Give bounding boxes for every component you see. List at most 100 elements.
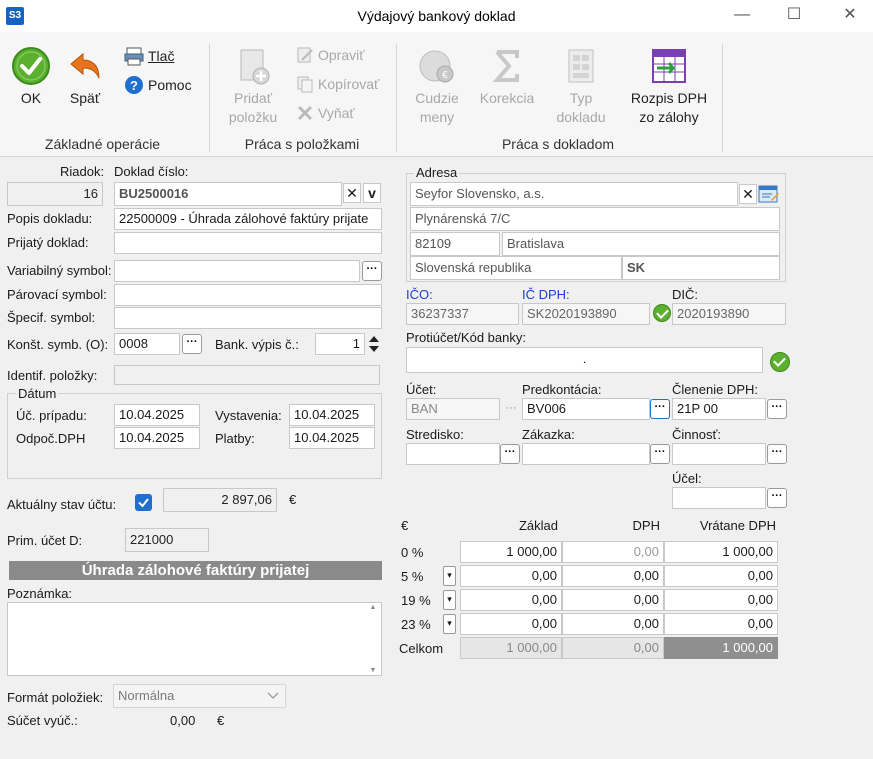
vat-split-field[interactable]: 21P 00 bbox=[672, 398, 766, 420]
received-doc-label: Prijatý doklad: bbox=[7, 235, 89, 250]
activity-browse-button[interactable]: ··· bbox=[767, 444, 787, 464]
account-field[interactable]: BAN bbox=[406, 398, 500, 420]
vat-base-cell[interactable]: 1 000,00 bbox=[460, 541, 562, 563]
vat-rate-dropdown-button[interactable]: ▾ bbox=[443, 566, 456, 586]
clear-address-button[interactable]: ✕ bbox=[739, 184, 757, 204]
vat-amount-cell[interactable]: 0,00 bbox=[562, 613, 664, 635]
bank-statement-label: Bank. výpis č.: bbox=[215, 337, 299, 352]
close-window-button[interactable]: ✕ bbox=[836, 4, 864, 28]
vat-base-cell[interactable]: 0,00 bbox=[460, 613, 562, 635]
account-balance-checkbox[interactable] bbox=[135, 494, 152, 511]
purpose-field[interactable] bbox=[672, 487, 766, 509]
edit-label: Opraviť bbox=[318, 47, 365, 63]
vat-rate-dropdown-button[interactable]: ▾ bbox=[443, 590, 456, 610]
vat-split-browse-button[interactable]: ··· bbox=[767, 399, 787, 419]
counter-account-field[interactable]: . bbox=[406, 347, 763, 373]
vat-rate-dropdown-button[interactable]: ▾ bbox=[443, 614, 456, 634]
vat-header-vat: DPH bbox=[632, 518, 660, 533]
center-browse-button[interactable]: ··· bbox=[500, 444, 520, 464]
cut-icon bbox=[297, 105, 313, 121]
doc-number-dropdown-button[interactable]: v bbox=[363, 183, 381, 203]
specific-symbol-field[interactable] bbox=[114, 307, 382, 329]
center-label: Stredisko: bbox=[406, 427, 464, 442]
correction-button[interactable]: Korekcia bbox=[474, 46, 540, 108]
constant-symbol-browse-button[interactable]: ··· bbox=[182, 334, 202, 354]
variable-symbol-browse-button[interactable]: ··· bbox=[362, 261, 382, 281]
payment-date-field[interactable]: 10.04.2025 bbox=[289, 427, 375, 449]
vat-total-cell[interactable]: 0,00 bbox=[664, 565, 778, 587]
vat-deduct-date-field[interactable]: 10.04.2025 bbox=[114, 427, 200, 449]
cut-label: Vyňať bbox=[318, 105, 355, 121]
icdph-label: IČ DPH: bbox=[522, 287, 570, 302]
ico-field[interactable]: 36237337 bbox=[406, 303, 519, 325]
document-type-button[interactable]: Typ dokladu bbox=[548, 46, 614, 127]
address-book-icon[interactable] bbox=[758, 184, 780, 204]
edit-button[interactable]: Opraviť bbox=[296, 46, 364, 64]
icdph-field[interactable]: SK2020193890 bbox=[522, 303, 650, 325]
add-item-button[interactable]: Pridať položku bbox=[218, 46, 288, 127]
center-field[interactable] bbox=[406, 443, 500, 465]
address-city-field[interactable]: Bratislava bbox=[502, 232, 780, 256]
address-name-field[interactable]: Seyfor Slovensko, a.s. bbox=[410, 182, 738, 206]
bank-statement-spinner-icon[interactable] bbox=[366, 333, 382, 355]
vat-total-cell[interactable]: 0,00 bbox=[664, 589, 778, 611]
print-button[interactable]: Tlač bbox=[124, 46, 174, 66]
bank-statement-field[interactable]: 1 bbox=[315, 333, 365, 355]
maximize-button[interactable]: ☐ bbox=[780, 4, 808, 28]
note-textarea[interactable] bbox=[7, 602, 382, 676]
order-field[interactable] bbox=[522, 443, 650, 465]
vat-base-cell[interactable]: 0,00 bbox=[460, 589, 562, 611]
account-browse-button[interactable]: ··· bbox=[502, 399, 520, 419]
chevron-down-icon bbox=[267, 692, 279, 699]
vat-header-total: Vrátane DPH bbox=[699, 518, 776, 533]
vat-base-cell[interactable]: 0,00 bbox=[460, 565, 562, 587]
group-label-basic: Základné operácie bbox=[44, 136, 161, 152]
vat-amount-cell[interactable]: 0,00 bbox=[562, 589, 664, 611]
description-field[interactable]: 22500009 - Úhrada zálohové faktúry prija… bbox=[114, 208, 382, 230]
primary-account-label: Prim. účet D: bbox=[7, 533, 83, 548]
vat-breakdown-button[interactable]: Rozpis DPH zo zálohy bbox=[624, 46, 714, 127]
precontation-field[interactable]: BV006 bbox=[522, 398, 650, 420]
item-format-select[interactable]: Normálna bbox=[113, 684, 286, 708]
back-label: Späť bbox=[69, 90, 101, 106]
constant-symbol-field[interactable]: 0008 bbox=[114, 333, 180, 355]
address-zip-field[interactable]: 82109 bbox=[410, 232, 500, 256]
help-button[interactable]: ? Pomoc bbox=[124, 75, 192, 95]
note-scrollbar[interactable]: ▲ ▼ bbox=[366, 604, 380, 674]
svg-text:?: ? bbox=[130, 78, 138, 93]
foreign-currency-label-line2: meny bbox=[419, 109, 455, 125]
clear-doc-number-button[interactable]: ✕ bbox=[343, 183, 361, 203]
counter-account-label: Protiúčet/Kód banky: bbox=[406, 330, 526, 345]
activity-field[interactable] bbox=[672, 443, 766, 465]
group-label-document: Práca s dokladom bbox=[501, 136, 615, 152]
vat-currency-header: € bbox=[401, 518, 409, 533]
vat-total-cell[interactable]: 0,00 bbox=[664, 613, 778, 635]
vat-amount-cell[interactable]: 0,00 bbox=[562, 565, 664, 587]
dic-field[interactable]: 2020193890 bbox=[672, 303, 786, 325]
order-browse-button[interactable]: ··· bbox=[650, 444, 670, 464]
payment-date-label: Platby: bbox=[215, 431, 255, 446]
precontation-browse-button[interactable]: ··· bbox=[650, 399, 670, 419]
doc-number-field[interactable]: BU2500016 bbox=[114, 182, 342, 206]
variable-symbol-field[interactable] bbox=[114, 260, 360, 282]
ico-label: IČO: bbox=[406, 287, 433, 302]
icdph-verified-icon[interactable] bbox=[653, 304, 671, 322]
cut-button[interactable]: Vyňať bbox=[296, 104, 355, 122]
vat-total-cell[interactable]: 1 000,00 bbox=[664, 541, 778, 563]
globe-currency-icon: € bbox=[419, 50, 454, 83]
back-button[interactable]: Späť bbox=[62, 46, 108, 108]
copy-button[interactable]: Kopírovať bbox=[296, 75, 379, 93]
address-legend: Adresa bbox=[414, 165, 460, 180]
ok-button[interactable]: OK bbox=[8, 46, 54, 108]
address-country-code-field[interactable]: SK bbox=[622, 256, 780, 280]
pairing-symbol-field[interactable] bbox=[114, 284, 382, 306]
case-date-field[interactable]: 10.04.2025 bbox=[114, 404, 200, 426]
counter-account-verified-icon[interactable] bbox=[770, 352, 790, 372]
purpose-browse-button[interactable]: ··· bbox=[767, 488, 787, 508]
minimize-button[interactable]: — bbox=[728, 4, 756, 28]
address-street-field[interactable]: Plynárenská 7/C bbox=[410, 207, 780, 231]
issue-date-field[interactable]: 10.04.2025 bbox=[289, 404, 375, 426]
foreign-currency-button[interactable]: € Cudzie meny bbox=[406, 46, 468, 127]
address-country-field[interactable]: Slovenská republika bbox=[410, 256, 622, 280]
received-doc-field[interactable] bbox=[114, 232, 382, 254]
